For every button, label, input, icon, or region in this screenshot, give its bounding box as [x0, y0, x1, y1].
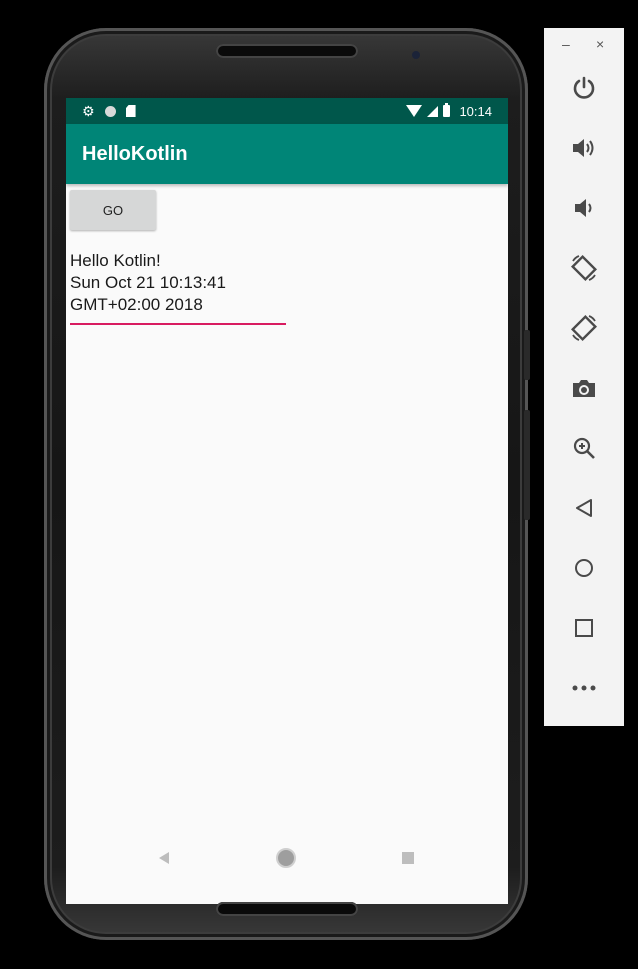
minimize-button[interactable]: – — [562, 36, 570, 52]
zoom-icon — [573, 437, 595, 459]
volume-up-button[interactable] — [564, 128, 604, 168]
status-bar: ⚙ 10:14 — [66, 98, 508, 124]
bottom-speaker — [216, 902, 358, 916]
overview-icon — [575, 619, 593, 637]
recents-icon — [402, 852, 414, 864]
phone-frame: ⚙ 10:14 HelloKotlin GO Hello Kotlin! Sun… — [44, 28, 530, 940]
volume-down-button[interactable] — [564, 188, 604, 228]
wifi-icon — [406, 105, 423, 117]
nav-home-button[interactable] — [274, 846, 298, 870]
main-content: GO Hello Kotlin! Sun Oct 21 10:13:41 GMT… — [66, 184, 508, 330]
circle-icon — [104, 105, 116, 117]
volume-down-icon — [575, 199, 592, 217]
nav-recents-button[interactable] — [396, 846, 420, 870]
camera-icon — [573, 380, 595, 397]
gear-icon: ⚙ — [82, 103, 95, 119]
nav-back-button[interactable] — [152, 846, 176, 870]
front-camera — [412, 51, 420, 59]
screenshot-button[interactable] — [564, 368, 604, 408]
more-button[interactable] — [564, 668, 604, 708]
zoom-button[interactable] — [564, 428, 604, 468]
rotate-right-icon — [570, 314, 598, 342]
back-icon — [159, 852, 169, 864]
result-line-timezone: GMT+02:00 2018 — [70, 295, 203, 314]
power-button[interactable] — [564, 68, 604, 108]
top-speaker — [216, 44, 358, 58]
device-screen: ⚙ 10:14 HelloKotlin GO Hello Kotlin! Sun… — [66, 98, 508, 904]
overview-button[interactable] — [564, 608, 604, 648]
rotate-left-icon — [570, 254, 598, 282]
volume-up-icon — [573, 139, 594, 157]
volume-rocker[interactable] — [524, 410, 530, 520]
status-time: 10:14 — [459, 103, 492, 119]
emulator-panel: – × — [544, 28, 624, 726]
battery-icon — [443, 103, 451, 117]
rotate-right-button[interactable] — [564, 308, 604, 348]
close-button[interactable]: × — [596, 36, 604, 52]
home-icon — [575, 559, 593, 577]
more-icon — [572, 685, 596, 691]
signal-icon — [427, 105, 439, 117]
home-icon — [276, 848, 296, 868]
result-line-date: Sun Oct 21 10:13:41 — [70, 273, 226, 292]
back-icon — [576, 499, 592, 517]
result-line-greeting: Hello Kotlin! — [70, 251, 161, 270]
app-bar: HelloKotlin — [66, 124, 508, 184]
power-key[interactable] — [524, 330, 530, 380]
power-icon — [573, 76, 595, 99]
home-button[interactable] — [564, 548, 604, 588]
result-text-field[interactable]: Hello Kotlin! Sun Oct 21 10:13:41 GMT+02… — [70, 250, 286, 325]
app-title: HelloKotlin — [82, 142, 188, 165]
field-underline — [70, 323, 286, 325]
back-button[interactable] — [564, 488, 604, 528]
go-button[interactable]: GO — [70, 190, 156, 230]
rotate-left-button[interactable] — [564, 248, 604, 288]
sd-card-icon — [125, 105, 136, 117]
